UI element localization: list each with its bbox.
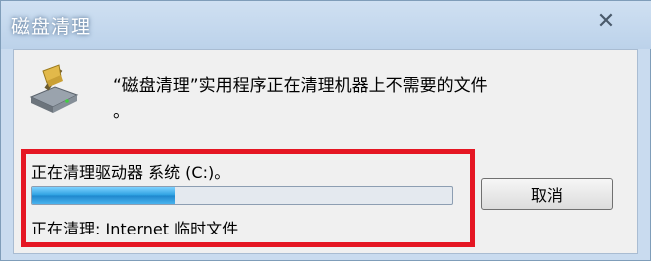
progress-fill <box>32 187 175 204</box>
close-button[interactable]: ✕ <box>591 8 621 34</box>
window-title: 磁盘清理 <box>11 16 92 38</box>
cancel-button[interactable]: 取消 <box>481 178 613 210</box>
message-line-1: “磁盘清理”实用程序正在清理机器上不需要的文件 <box>113 76 488 96</box>
disk-cleanup-window: 磁盘清理 ✕ “磁盘清理”实用程序正在清理机器上不需要的文件 。 正在清理驱动器… <box>0 0 651 261</box>
progress-bar <box>31 186 453 205</box>
status-text: 正在清理驱动器 系统 (C:)。 <box>31 163 231 182</box>
close-icon: ✕ <box>596 8 616 34</box>
current-item-text: 正在清理: Internet 临时文件 <box>31 220 239 234</box>
message-line-2: 。 <box>113 102 130 122</box>
message-text: “磁盘清理”实用程序正在清理机器上不需要的文件 。 <box>113 73 603 125</box>
title-bar[interactable]: 磁盘清理 ✕ <box>1 1 651 49</box>
disk-cleanup-icon <box>29 64 79 113</box>
